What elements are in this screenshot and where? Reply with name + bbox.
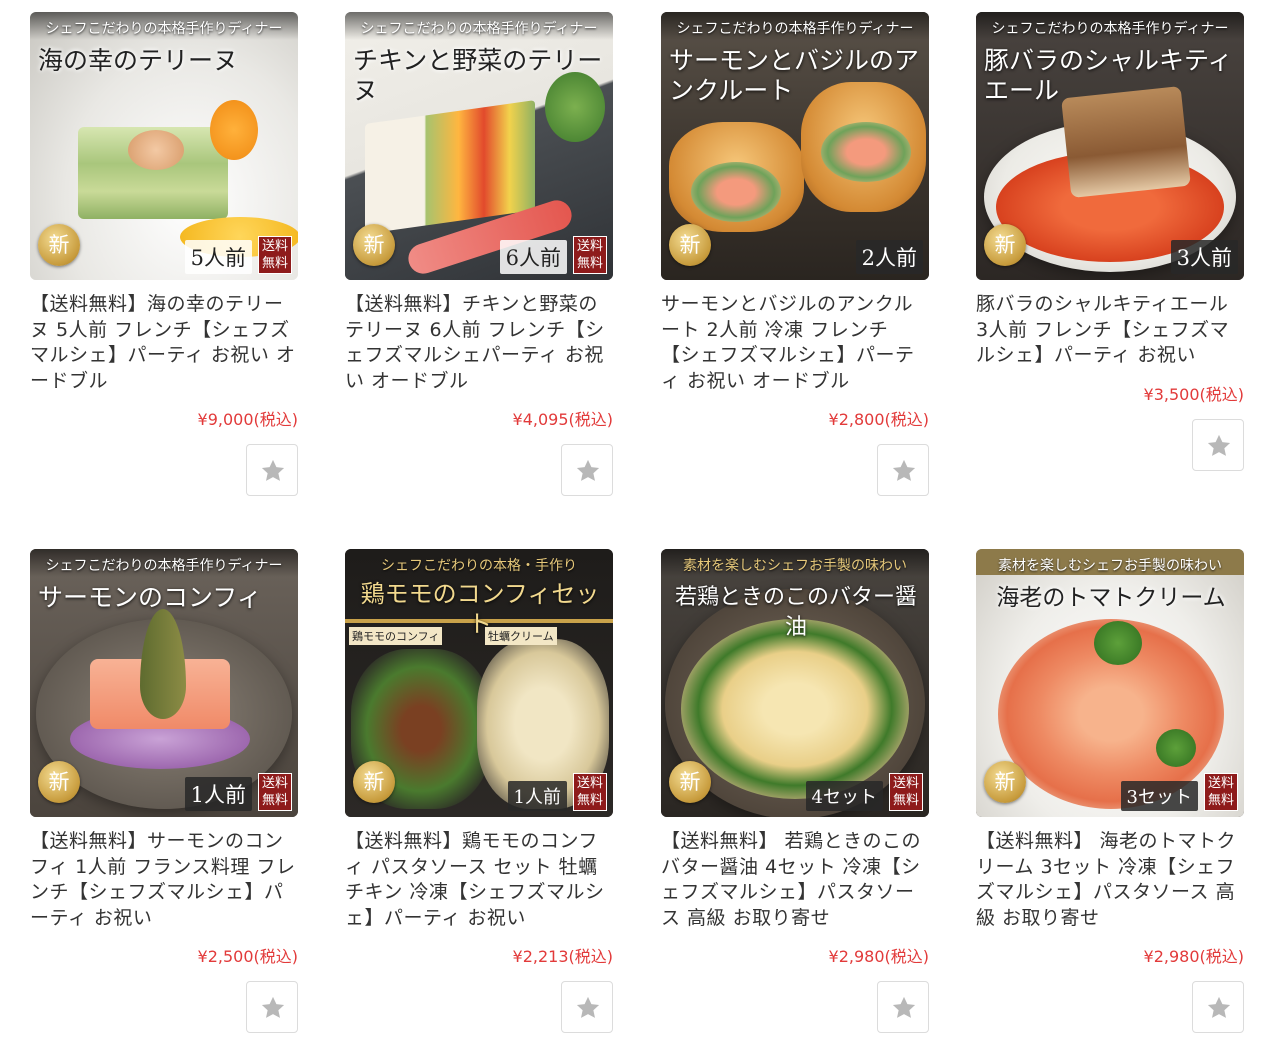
image-tagline: 素材を楽しむシェフお手製の味わい	[683, 558, 907, 574]
favorite-button[interactable]	[877, 981, 929, 1033]
image-dish-title: 海の幸のテリーヌ	[38, 46, 239, 75]
star-icon	[1207, 996, 1231, 1018]
product-card: シェフこだわりの本格手作りディナー サーモンとバジルのアンクルート 新 2人前 …	[661, 12, 929, 496]
servings-label: 1人前	[507, 781, 567, 811]
new-badge: 新	[353, 761, 395, 803]
product-name[interactable]: 【送料無料】 海老のトマトクリーム 3セット 冷凍【シェフズマルシェ】パスタソー…	[976, 829, 1244, 931]
favorite-button[interactable]	[246, 444, 298, 496]
servings-label: 1人前	[184, 777, 252, 811]
product-image[interactable]: シェフこだわりの本格手作りディナー 豚バラのシャルキティエール 新 3人前	[976, 12, 1244, 280]
new-badge: 新	[984, 761, 1026, 803]
image-tagline: シェフこだわりの本格手作りディナー	[45, 558, 283, 574]
star-icon	[576, 996, 600, 1018]
star-icon	[576, 459, 600, 481]
product-image[interactable]: シェフこだわりの本格手作りディナー サーモンとバジルのアンクルート 新 2人前	[661, 12, 929, 280]
servings-label: 6人前	[499, 240, 567, 274]
product-name[interactable]: 豚バラのシャルキティエール 3人前 フレンチ【シェフズマルシェ】パーティ お祝い	[976, 292, 1244, 369]
product-name[interactable]: サーモンとバジルのアンクルート 2人前 冷凍 フレンチ 【シェフズマルシェ】パー…	[661, 292, 929, 394]
product-card: シェフこだわりの本格・手作り 鶏モモのコンフィセット 鶏モモのコンフィ 牡蠣クリ…	[345, 549, 613, 1033]
free-shipping-badge: 送料 無料	[258, 236, 292, 274]
new-badge: 新	[984, 224, 1026, 266]
image-dish-title: サーモンとバジルのアンクルート	[669, 46, 920, 105]
product-name[interactable]: 【送料無料】チキンと野菜のテリーヌ 6人前 フレンチ【シェフズマルシェパーティ …	[345, 292, 613, 394]
product-price: ¥4,095(税込)	[512, 410, 613, 429]
image-dish-title: 豚バラのシャルキティエール	[984, 46, 1233, 105]
new-badge: 新	[669, 761, 711, 803]
image-dish-title: サーモンのコンフィ	[38, 583, 262, 612]
product-image[interactable]: シェフこだわりの本格手作りディナー サーモンのコンフィ 新 1人前 送料 無料	[30, 549, 298, 817]
product-card: 素材を楽しむシェフお手製の味わい 海老のトマトクリーム 新 3セット 送料 無料 …	[976, 549, 1244, 1033]
product-price: ¥2,213(税込)	[512, 947, 613, 966]
image-tagline: 素材を楽しむシェフお手製の味わい	[998, 558, 1222, 574]
product-image[interactable]: シェフこだわりの本格・手作り 鶏モモのコンフィセット 鶏モモのコンフィ 牡蠣クリ…	[345, 549, 613, 817]
sub-label-confit: 鶏モモのコンフィ	[349, 627, 443, 645]
servings-label: 3セット	[1120, 781, 1198, 811]
free-shipping-badge: 送料 無料	[573, 773, 607, 811]
servings-label: 4セット	[805, 781, 883, 811]
product-name[interactable]: 【送料無料】海の幸のテリーヌ 5人前 フレンチ【シェフズマルシェ】パーティ お祝…	[30, 292, 298, 394]
product-image[interactable]: シェフこだわりの本格手作りディナー チキンと野菜のテリーヌ 新 6人前 送料 無料	[345, 12, 613, 280]
star-icon	[261, 459, 285, 481]
product-image[interactable]: 素材を楽しむシェフお手製の味わい 若鶏ときのこのバター醤油 新 4セット 送料無…	[661, 549, 929, 817]
favorite-button[interactable]	[246, 981, 298, 1033]
image-dish-title: 海老のトマトクリーム	[996, 585, 1226, 611]
product-image[interactable]: シェフこだわりの本格手作りディナー 海の幸のテリーヌ 新 5人前 送料 無料	[30, 12, 298, 280]
product-name[interactable]: 【送料無料】 若鶏ときのこのバター醤油 4セット 冷凍【シェフズマルシェ】パスタ…	[661, 829, 929, 931]
star-icon	[261, 996, 285, 1018]
image-tagline: シェフこだわりの本格手作りディナー	[360, 21, 598, 37]
free-shipping-badge: 送料 無料	[258, 773, 292, 811]
product-price: ¥2,500(税込)	[197, 947, 298, 966]
product-price: ¥9,000(税込)	[197, 410, 298, 429]
free-shipping-badge: 送料 無料	[889, 773, 923, 811]
image-dish-title: 若鶏ときのこのバター醤油	[674, 585, 917, 640]
servings-label: 3人前	[1170, 240, 1238, 274]
product-card: 素材を楽しむシェフお手製の味わい 若鶏ときのこのバター醤油 新 4セット 送料無…	[661, 549, 929, 1033]
favorite-button[interactable]	[561, 444, 613, 496]
product-price: ¥3,500(税込)	[1143, 384, 1244, 404]
product-price: ¥2,980(税込)	[1143, 947, 1244, 966]
product-card: シェフこだわりの本格手作りディナー 海の幸のテリーヌ 新 5人前 送料 無料 【送…	[30, 12, 298, 496]
servings-label: 5人前	[184, 240, 252, 274]
product-name[interactable]: 【送料無料】サーモンのコンフィ 1人前 フランス料理 フレンチ【シェフズマルシェ…	[30, 829, 298, 931]
product-card: シェフこだわりの本格手作りディナー サーモンのコンフィ 新 1人前 送料 無料 【…	[30, 549, 298, 1033]
product-grid: シェフこだわりの本格手作りディナー 海の幸のテリーヌ 新 5人前 送料 無料 【送…	[0, 0, 1280, 1064]
image-tagline: シェフこだわりの本格・手作り	[381, 558, 577, 574]
product-price: ¥2,800(税込)	[828, 410, 929, 429]
new-badge: 新	[669, 224, 711, 266]
product-name[interactable]: 【送料無料】鶏モモのコンフィ パスタソース セット 牡蠣 チキン 冷凍【シェフズ…	[345, 829, 613, 931]
star-icon	[892, 459, 916, 481]
servings-label: 2人前	[855, 240, 923, 274]
favorite-button[interactable]	[877, 444, 929, 496]
free-shipping-badge: 送料 無料	[573, 236, 607, 274]
new-badge: 新	[353, 224, 395, 266]
free-shipping-badge: 送料 無料	[1204, 773, 1238, 811]
product-image[interactable]: 素材を楽しむシェフお手製の味わい 海老のトマトクリーム 新 3セット 送料 無料	[976, 549, 1244, 817]
new-badge: 新	[38, 224, 80, 266]
favorite-button[interactable]	[561, 981, 613, 1033]
star-icon	[1207, 434, 1231, 456]
new-badge: 新	[38, 761, 80, 803]
favorite-button[interactable]	[1192, 418, 1244, 471]
image-tagline: シェフこだわりの本格手作りディナー	[991, 21, 1229, 37]
product-price: ¥2,980(税込)	[828, 947, 929, 966]
image-tagline: シェフこだわりの本格手作りディナー	[45, 21, 283, 37]
image-tagline: シェフこだわりの本格手作りディナー	[676, 21, 914, 37]
favorite-button[interactable]	[1192, 981, 1244, 1033]
product-card: シェフこだわりの本格手作りディナー チキンと野菜のテリーヌ 新 6人前 送料 無料…	[345, 12, 613, 496]
product-card: シェフこだわりの本格手作りディナー 豚バラのシャルキティエール 新 3人前 豚バ…	[976, 12, 1244, 471]
image-dish-title: チキンと野菜のテリーヌ	[353, 46, 603, 105]
sub-label-oyster: 牡蠣クリーム	[485, 627, 557, 645]
star-icon	[892, 996, 916, 1018]
